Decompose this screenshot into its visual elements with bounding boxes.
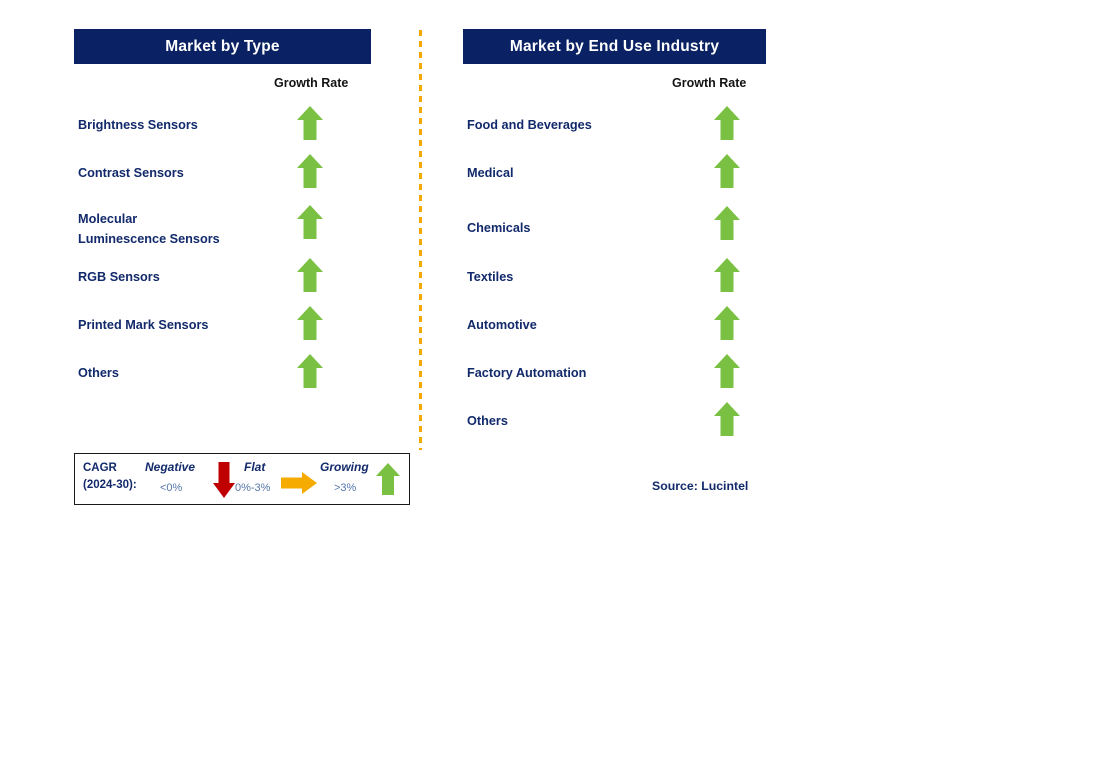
legend-term-negative: Negative [145, 460, 196, 474]
up-arrow-icon [713, 305, 741, 341]
up-arrow-icon [375, 462, 401, 501]
down-arrow-icon [212, 461, 236, 504]
up-arrow-icon [296, 353, 324, 389]
list-item-label-molecular-luminescence-sensors: Molecular Luminescence Sensors [78, 212, 220, 246]
up-arrow-icon [713, 353, 741, 389]
list-item-label-factory-automation: Factory Automation [467, 366, 587, 380]
panel-header-market-by-end-use-industry: Market by End Use Industry [463, 29, 766, 64]
up-arrow-icon [296, 105, 324, 141]
legend-range-negative: <0% [160, 482, 183, 494]
list-item-label-others-enduse: Others [467, 414, 508, 428]
list-item-label-textiles: Textiles [467, 270, 514, 284]
up-arrow-icon [713, 105, 741, 141]
legend-range-flat: 0%-3% [235, 482, 271, 494]
up-arrow-icon [296, 153, 324, 189]
growth-rate-column-header-type: Growth Rate [274, 76, 349, 90]
list-item-label-chemicals: Chemicals [467, 221, 531, 235]
up-arrow-icon [296, 204, 324, 240]
source-note: Source: Lucintel [652, 479, 749, 493]
legend-cagr-title: CAGR (2024-30): [83, 462, 137, 491]
vertical-dashed-divider [419, 30, 422, 450]
legend-range-growing: >3% [334, 482, 357, 494]
list-item-label-medical: Medical [467, 166, 514, 180]
up-arrow-icon [713, 153, 741, 189]
cagr-legend: CAGR (2024-30): Negative <0% Flat 0%-3% … [74, 453, 410, 505]
list-item-label-others-type: Others [78, 366, 119, 380]
list-item-label-food-and-beverages: Food and Beverages [467, 118, 592, 132]
panel-header-market-by-type: Market by Type [74, 29, 371, 64]
legend-term-growing: Growing [320, 460, 369, 474]
panel-title-text: Market by Type [165, 37, 280, 55]
up-arrow-icon [296, 305, 324, 341]
list-item-label-contrast-sensors: Contrast Sensors [78, 166, 184, 180]
list-item-label-printed-mark-sensors: Printed Mark Sensors [78, 318, 209, 332]
up-arrow-icon [296, 257, 324, 293]
list-item-label-brightness-sensors: Brightness Sensors [78, 118, 198, 132]
right-arrow-icon [280, 471, 318, 500]
growth-rate-column-header-enduse: Growth Rate [672, 76, 747, 90]
legend-term-flat: Flat [244, 460, 266, 474]
up-arrow-icon [713, 257, 741, 293]
list-item-label-rgb-sensors: RGB Sensors [78, 270, 160, 284]
panel-title-text: Market by End Use Industry [509, 37, 720, 55]
up-arrow-icon [713, 205, 741, 241]
up-arrow-icon [713, 401, 741, 437]
list-item-label-automotive: Automotive [467, 318, 537, 332]
